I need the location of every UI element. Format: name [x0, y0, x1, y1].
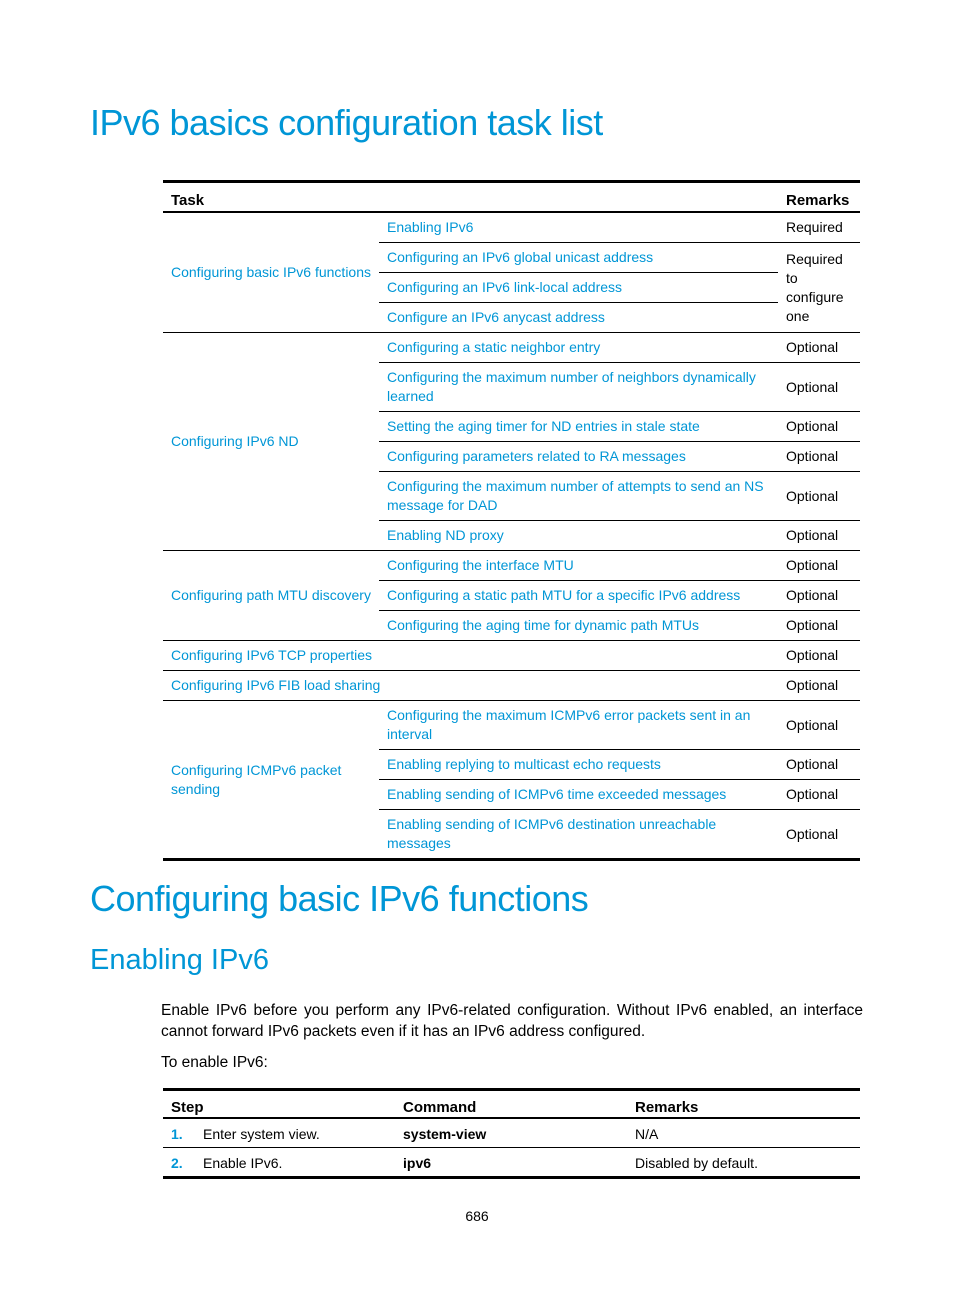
table-row: Configuring IPv6 ND Configuring a static…	[163, 332, 860, 551]
remarks-cell: Disabled by default.	[635, 1154, 758, 1171]
header-command: Command	[395, 1089, 627, 1119]
chapter-title: Configuring basic IPv6 functions	[90, 878, 589, 919]
task-link[interactable]: Configuring IPv6 FIB load sharing	[171, 677, 380, 693]
subtask-link[interactable]: Enabling replying to multicast echo requ…	[387, 756, 661, 772]
subtask-link[interactable]: Configure an IPv6 anycast address	[387, 309, 605, 325]
subtask-link[interactable]: Enabling ND proxy	[387, 527, 504, 543]
page-number: 686	[465, 1208, 489, 1224]
step-cell: 1. Enter system view.	[163, 1118, 395, 1148]
remarks-cell: Optional	[778, 332, 860, 363]
subtask-link[interactable]: Configuring parameters related to RA mes…	[387, 448, 686, 464]
command-cell: system-view	[395, 1118, 627, 1148]
subtask-link[interactable]: Configuring an IPv6 link-local address	[387, 279, 622, 295]
table-row: 2. Enable IPv6. ipv6 Disabled by default.	[163, 1148, 860, 1178]
remarks-cell: Optional	[778, 520, 860, 551]
remarks-cell: Optional	[778, 580, 860, 611]
subtask-link[interactable]: Configuring the maximum number of neighb…	[387, 369, 756, 404]
subtask-link[interactable]: Configuring the aging time for dynamic p…	[387, 617, 699, 633]
subtask-link[interactable]: Enabling sending of ICMPv6 destination u…	[387, 816, 716, 851]
task-link[interactable]: Configuring ICMPv6 packet sending	[171, 762, 341, 797]
subtask-link[interactable]: Configuring the maximum number of attemp…	[387, 478, 764, 513]
step-cell: 2. Enable IPv6.	[163, 1148, 395, 1178]
remarks-cell: Optional	[778, 779, 860, 810]
subtask-link[interactable]: Configuring a static neighbor entry	[387, 339, 600, 355]
table-row: Configuring path MTU discovery Configuri…	[163, 550, 860, 641]
header-remarks: Remarks	[778, 181, 860, 213]
remarks-cell: Optional	[778, 700, 860, 750]
header-remarks: Remarks	[627, 1089, 860, 1119]
remarks-cell: Optional	[778, 441, 860, 472]
table-row: 1. Enter system view. system-view N/A	[163, 1118, 860, 1148]
body-paragraph: Enable IPv6 before you perform any IPv6-…	[161, 1002, 863, 1040]
subsection-title: Enabling IPv6	[90, 944, 269, 976]
remarks-cell: Optional	[778, 550, 860, 581]
subtask-link[interactable]: Enabling IPv6	[387, 219, 473, 235]
remarks-cell: Optional	[786, 825, 839, 842]
remarks-cell: Optional	[778, 610, 860, 641]
remarks-cell: Optional	[778, 749, 860, 780]
remarks-cell: Required	[778, 212, 860, 243]
remarks-cell: Required to configure one	[778, 242, 860, 333]
table-row: Configuring IPv6 TCP properties Optional	[163, 640, 860, 671]
task-link[interactable]: Configuring basic IPv6 functions	[171, 264, 371, 280]
command-cell: ipv6	[403, 1154, 432, 1171]
task-list-table: Task Remarks Configuring basic IPv6 func…	[163, 180, 860, 861]
step-number: 2.	[171, 1154, 183, 1171]
step-text: Enter system view.	[203, 1125, 320, 1142]
remarks-cell: Optional	[778, 362, 860, 412]
subtask-link[interactable]: Configuring a static path MTU for a spec…	[387, 587, 740, 603]
step-number: 1.	[171, 1125, 183, 1142]
remarks-cell: Optional	[778, 411, 860, 442]
remarks-cell: Optional	[778, 640, 860, 671]
subtask-link[interactable]: Enabling sending of ICMPv6 time exceeded…	[387, 786, 726, 802]
task-link[interactable]: Configuring path MTU discovery	[171, 587, 371, 603]
subtask-link[interactable]: Configuring an IPv6 global unicast addre…	[387, 249, 653, 265]
table-row: Configuring ICMPv6 packet sending Config…	[163, 700, 860, 797]
subtask-link[interactable]: Configuring the maximum ICMPv6 error pac…	[387, 707, 750, 742]
section-title: IPv6 basics configuration task list	[90, 102, 603, 143]
step-text: Enable IPv6.	[203, 1154, 283, 1171]
remarks-cell: Optional	[778, 471, 860, 521]
table-row: Configuring IPv6 FIB load sharing Option…	[163, 670, 860, 701]
task-link[interactable]: Configuring IPv6 TCP properties	[171, 647, 372, 663]
header-step: Step	[163, 1089, 395, 1119]
table-row: Configuring basic IPv6 functions Enablin…	[163, 212, 860, 333]
procedure-table: Step Command Remarks 1. Enter system view…	[163, 1088, 860, 1179]
subtask-link[interactable]: Setting the aging timer for ND entries i…	[387, 418, 700, 434]
header-task: Task	[163, 181, 778, 213]
procedure-intro: To enable IPv6:	[161, 1054, 268, 1071]
remarks-cell: Optional	[778, 670, 860, 701]
task-link[interactable]: Configuring IPv6 ND	[171, 433, 299, 449]
remarks-cell: N/A	[627, 1118, 860, 1148]
subtask-link[interactable]: Configuring the interface MTU	[387, 557, 574, 573]
